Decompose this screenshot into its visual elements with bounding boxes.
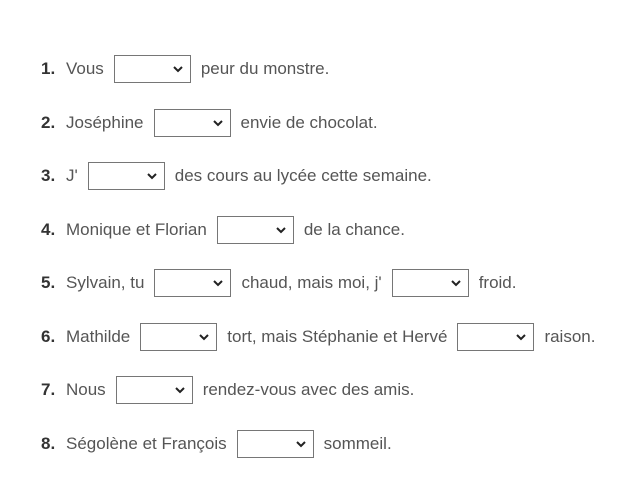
sentence-text: Sylvain, tu	[66, 273, 145, 292]
exercise-item-7: 7. Nous rendez-vous avec des amis.	[41, 375, 414, 405]
exercise-item-6: 6. Mathilde tort, mais Stéphanie et Herv…	[41, 322, 595, 352]
sentence-text: envie de chocolat.	[240, 113, 378, 132]
item-number: 5.	[41, 273, 56, 292]
chevron-down-icon	[276, 227, 286, 234]
chevron-down-icon	[147, 173, 157, 180]
sentence-text: chaud, mais moi, j'	[241, 273, 382, 292]
sentence-text: Vous	[66, 59, 104, 78]
chevron-down-icon	[174, 387, 185, 394]
answer-dropdown-8[interactable]	[236, 430, 314, 458]
answer-dropdown-5a[interactable]	[154, 269, 232, 297]
chevron-down-icon	[516, 334, 527, 341]
chevron-down-icon	[450, 280, 461, 287]
sentence-text: Joséphine	[66, 113, 144, 132]
answer-dropdown-2[interactable]	[153, 109, 231, 137]
sentence-text: des cours au lycée cette semaine.	[174, 166, 432, 185]
sentence-text: raison.	[544, 327, 596, 346]
sentence-text: Mathilde	[66, 327, 131, 346]
item-number: 6.	[41, 327, 56, 346]
chevron-down-icon	[213, 280, 224, 287]
sentence-text: tort, mais Stéphanie et Hervé	[227, 327, 448, 346]
sentence-text: froid.	[478, 273, 517, 292]
exercise-item-4: 4. Monique et Florian de la chance.	[41, 215, 405, 245]
item-number: 7.	[41, 380, 56, 399]
item-number: 4.	[41, 220, 56, 239]
item-number: 2.	[41, 113, 56, 132]
answer-dropdown-6a[interactable]	[140, 323, 218, 351]
exercise-item-2: 2. Joséphine envie de chocolat.	[41, 108, 378, 138]
sentence-text: sommeil.	[323, 434, 392, 453]
sentence-text: rendez-vous avec des amis.	[202, 380, 415, 399]
item-number: 3.	[41, 166, 56, 185]
exercise-item-5: 5. Sylvain, tu chaud, mais moi, j' froid…	[41, 268, 516, 298]
answer-dropdown-3[interactable]	[87, 162, 165, 190]
chevron-down-icon	[173, 66, 183, 73]
sentence-text: peur du monstre.	[200, 59, 330, 78]
exercise-item-3: 3. J' des cours au lycée cette semaine.	[41, 161, 432, 191]
chevron-down-icon	[199, 334, 209, 341]
sentence-text: de la chance.	[303, 220, 405, 239]
answer-dropdown-4[interactable]	[216, 216, 294, 244]
answer-dropdown-1[interactable]	[113, 55, 191, 83]
exercise-item-8: 8. Ségolène et François sommeil.	[41, 429, 392, 459]
sentence-text: Monique et Florian	[66, 220, 207, 239]
answer-dropdown-6b[interactable]	[457, 323, 535, 351]
item-number: 1.	[41, 59, 56, 78]
chevron-down-icon	[295, 441, 306, 448]
sentence-text: Ségolène et François	[66, 434, 227, 453]
answer-dropdown-5b[interactable]	[391, 269, 469, 297]
exercise-item-1: 1. Vous peur du monstre.	[41, 54, 329, 84]
item-number: 8.	[41, 434, 56, 453]
answer-dropdown-7[interactable]	[115, 376, 193, 404]
sentence-text: J'	[66, 166, 78, 185]
chevron-down-icon	[212, 120, 223, 127]
sentence-text: Nous	[66, 380, 106, 399]
